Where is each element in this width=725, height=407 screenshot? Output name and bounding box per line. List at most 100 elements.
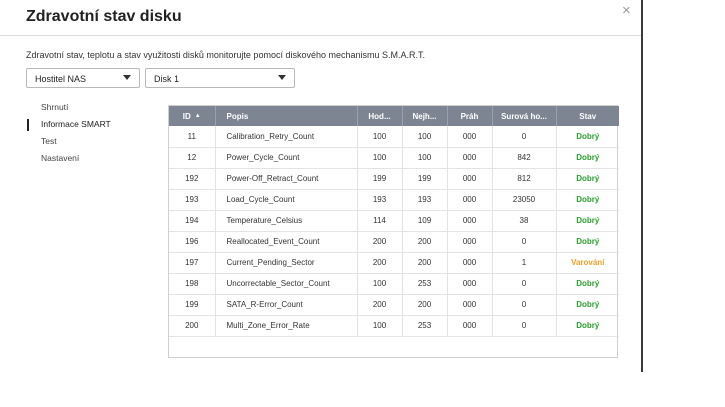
cell-status: Dobrý — [556, 315, 619, 337]
cell-threshold: 000 — [447, 315, 493, 337]
column-header-description[interactable]: Popis — [215, 106, 358, 126]
cell-status: Dobrý — [556, 126, 619, 148]
cell-description: SATA_R-Error_Count — [215, 294, 358, 316]
cell-value: 200 — [357, 252, 403, 274]
cell-value: 100 — [357, 147, 403, 169]
table-row[interactable]: 198 Uncorrectable_Sector_Count 100 253 000 0 D… — [169, 273, 619, 295]
cell-worst: 200 — [402, 294, 448, 316]
sidebar-nav: Shrnutí Informace SMART Test Nastavení — [26, 100, 111, 168]
cell-worst: 200 — [402, 252, 448, 274]
cell-id: 196 — [169, 231, 216, 253]
cell-description: Load_Cycle_Count — [215, 189, 358, 211]
sidebar-item-summary[interactable]: Shrnutí — [26, 100, 111, 117]
table-row[interactable]: 192 Power-Off_Retract_Count 199 199 000 812 Do… — [169, 168, 619, 190]
window-edge — [641, 0, 643, 372]
smart-table: ID ▲ Popis Hod... Nejh... Práh Surová ho.… — [169, 106, 619, 337]
table-row[interactable]: 200 Multi_Zone_Error_Rate 100 253 000 0 Dobrý — [169, 315, 619, 337]
cell-status: Dobrý — [556, 294, 619, 316]
cell-id: 197 — [169, 252, 216, 274]
cell-description: Reallocated_Event_Count — [215, 231, 358, 253]
cell-raw: 842 — [492, 147, 557, 169]
host-select[interactable]: Hostitel NAS — [26, 68, 140, 88]
cell-value: 100 — [357, 273, 403, 295]
cell-description: Uncorrectable_Sector_Count — [215, 273, 358, 295]
sort-ascending-icon: ▲ — [194, 112, 201, 119]
cell-threshold: 000 — [447, 147, 493, 169]
table-row[interactable]: 194 Temperature_Celsius 114 109 000 38 Dobrý — [169, 210, 619, 232]
cell-id: 198 — [169, 273, 216, 295]
dialog-title: Zdravotní stav disku — [26, 8, 182, 25]
sidebar-item-test[interactable]: Test — [26, 134, 111, 151]
cell-value: 114 — [357, 210, 403, 232]
table-row[interactable]: 193 Load_Cycle_Count 193 193 000 23050 Dobrý — [169, 189, 619, 211]
cell-status: Dobrý — [556, 210, 619, 232]
host-select-value: Hostitel NAS — [35, 74, 87, 84]
cell-threshold: 000 — [447, 252, 493, 274]
column-header-worst[interactable]: Nejh... — [402, 106, 448, 126]
cell-status: Dobrý — [556, 189, 619, 211]
cell-worst: 100 — [402, 147, 448, 169]
cell-raw: 0 — [492, 315, 557, 337]
sidebar-item-settings[interactable]: Nastavení — [26, 151, 111, 168]
disk-select[interactable]: Disk 1 — [145, 68, 295, 88]
cell-description: Temperature_Celsius — [215, 210, 358, 232]
close-icon[interactable]: × — [622, 2, 631, 19]
cell-status: Dobrý — [556, 231, 619, 253]
cell-description: Calibration_Retry_Count — [215, 126, 358, 148]
table-row[interactable]: 199 SATA_R-Error_Count 200 200 000 0 Dobrý — [169, 294, 619, 316]
cell-threshold: 000 — [447, 231, 493, 253]
table-row[interactable]: 11 Calibration_Retry_Count 100 100 000 0 Dobrý — [169, 126, 619, 148]
column-header-threshold[interactable]: Práh — [447, 106, 493, 126]
cell-threshold: 000 — [447, 294, 493, 316]
background-area — [0, 372, 725, 407]
column-header-value[interactable]: Hod... — [357, 106, 403, 126]
cell-status: Varování — [556, 252, 619, 274]
cell-value: 199 — [357, 168, 403, 190]
table-row[interactable]: 196 Reallocated_Event_Count 200 200 000 0 Dobr… — [169, 231, 619, 253]
cell-raw: 0 — [492, 126, 557, 148]
cell-description: Power_Cycle_Count — [215, 147, 358, 169]
cell-worst: 253 — [402, 273, 448, 295]
cell-threshold: 000 — [447, 210, 493, 232]
table-row[interactable]: 197 Current_Pending_Sector 200 200 000 1 Varov… — [169, 252, 619, 274]
cell-raw: 0 — [492, 294, 557, 316]
disk-health-dialog: Zdravotní stav disku × Zdravotní stav, t… — [0, 0, 641, 372]
cell-id: 200 — [169, 315, 216, 337]
cell-worst: 253 — [402, 315, 448, 337]
cell-id: 12 — [169, 147, 216, 169]
header-divider — [0, 35, 641, 36]
cell-worst: 199 — [402, 168, 448, 190]
cell-status: Dobrý — [556, 168, 619, 190]
dialog-description: Zdravotní stav, teplotu a stav využitost… — [26, 50, 426, 60]
cell-value: 200 — [357, 294, 403, 316]
column-header-id[interactable]: ID ▲ — [169, 106, 216, 126]
smart-table-container: ID ▲ Popis Hod... Nejh... Práh Surová ho.… — [168, 105, 619, 358]
chevron-down-icon — [123, 75, 131, 80]
cell-threshold: 000 — [447, 273, 493, 295]
sidebar-item-smart-info[interactable]: Informace SMART — [26, 117, 111, 134]
cell-id: 199 — [169, 294, 216, 316]
table-row[interactable]: 12 Power_Cycle_Count 100 100 000 842 Dobrý — [169, 147, 619, 169]
cell-raw: 812 — [492, 168, 557, 190]
cell-value: 100 — [357, 126, 403, 148]
cell-status: Dobrý — [556, 273, 619, 295]
cell-value: 200 — [357, 231, 403, 253]
cell-raw: 0 — [492, 273, 557, 295]
cell-worst: 100 — [402, 126, 448, 148]
cell-threshold: 000 — [447, 189, 493, 211]
table-header-row: ID ▲ Popis Hod... Nejh... Práh Surová ho.… — [169, 106, 619, 126]
cell-id: 11 — [169, 126, 216, 148]
cell-worst: 200 — [402, 231, 448, 253]
cell-threshold: 000 — [447, 126, 493, 148]
cell-raw: 1 — [492, 252, 557, 274]
disk-select-value: Disk 1 — [154, 74, 180, 84]
column-header-raw[interactable]: Surová ho... — [492, 106, 557, 126]
cell-description: Current_Pending_Sector — [215, 252, 358, 274]
column-header-status[interactable]: Stav — [556, 106, 619, 126]
cell-status: Dobrý — [556, 147, 619, 169]
cell-id: 194 — [169, 210, 216, 232]
cell-raw: 23050 — [492, 189, 557, 211]
chevron-down-icon — [278, 75, 286, 80]
cell-worst: 193 — [402, 189, 448, 211]
cell-value: 193 — [357, 189, 403, 211]
